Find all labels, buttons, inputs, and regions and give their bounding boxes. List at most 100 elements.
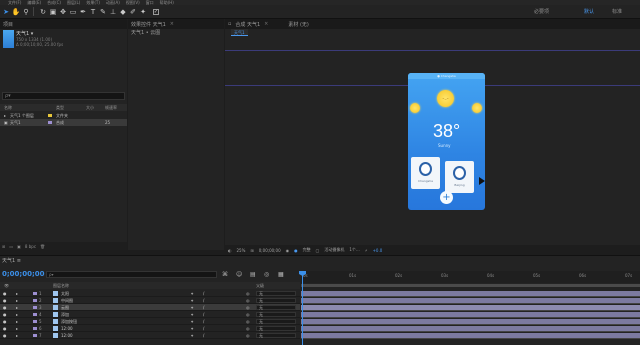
visibility-eye-icon[interactable]: ● [3,312,7,317]
label-color-swatch[interactable] [48,114,52,117]
brush-tool-icon[interactable]: ✎ [99,8,107,16]
layer-duration-bar[interactable] [301,326,640,332]
parent-dropdown[interactable]: 无 [256,291,296,296]
lock-icon[interactable]: ▫ [228,21,231,27]
tab-project[interactable]: 项目 [3,21,13,28]
shy-switch-icon[interactable]: ⌖ [191,291,193,296]
expand-arrow-icon[interactable]: ▸ [16,319,18,324]
layer-label-color[interactable] [33,313,37,316]
column-layer-name[interactable]: 图层名称 [53,283,69,289]
column-name[interactable]: 名称 [4,105,12,111]
roto-brush-tool-icon[interactable]: ✐ [129,8,137,16]
resolution-dropdown[interactable]: 完整 [303,247,311,253]
expand-arrow-icon[interactable]: ▸ [16,298,18,303]
close-icon[interactable]: × [264,21,268,27]
comp-breadcrumb[interactable]: 天气1 [231,29,248,36]
zoom-dropdown[interactable]: 25% [237,248,246,253]
layer-label-color[interactable] [33,320,37,323]
bit-depth-label[interactable]: 8 bpc [25,244,36,249]
parent-pickwhip-icon[interactable]: ◎ [246,319,250,324]
visibility-eye-icon[interactable]: ● [3,319,7,324]
shy-switch-icon[interactable]: ⌖ [191,298,193,303]
layer-duration-bar[interactable] [301,333,640,339]
timecode-display[interactable]: 0;00;00;00 [259,248,281,253]
graph-editor-icon[interactable]: ▦ [278,271,284,278]
workspace-default[interactable]: 默认 [584,8,594,15]
label-color-swatch[interactable] [48,121,52,124]
views-dropdown[interactable]: 1个... [349,247,359,253]
column-type[interactable]: 类型 [56,105,64,111]
project-search-input[interactable]: ρ▾ [2,92,125,100]
interpret-footage-icon[interactable]: ⊞ [2,244,5,249]
layer-row[interactable]: ● ▸ 6 12:00 ⌖ / ◎ 无 [0,325,300,332]
layer-label-color[interactable] [33,306,37,309]
project-item-folder[interactable]: ▸ 天气1 个图层 文件夹 [0,112,127,119]
quality-switch-icon[interactable]: / [203,312,204,317]
frame-blending-icon[interactable]: ▤ [250,271,256,278]
fast-preview-icon[interactable]: ⚡ [365,248,368,253]
quality-switch-icon[interactable]: / [203,333,204,338]
camera-tool-icon[interactable]: ▣ [49,8,57,16]
shy-switch-icon[interactable]: ⌖ [191,319,193,324]
layer-name[interactable]: 12:00 [61,326,73,331]
tab-footage[interactable]: 素材 (无) [288,21,309,28]
time-ruler[interactable]: 0s 01s 02s 03s 04s 05s 06s 07s [301,271,640,283]
snapshot-icon[interactable]: ◉ [286,248,290,253]
parent-dropdown[interactable]: 无 [256,319,296,324]
phone-mockup[interactable]: ● Changsha ^ᴗ^ 38° Sunny Changsha Beijin… [408,73,485,210]
shy-icon[interactable]: ☺ [236,271,242,278]
layer-duration-bar[interactable] [301,319,640,325]
shy-switch-icon[interactable]: ⌖ [191,312,193,317]
column-fps[interactable]: 帧速率 [105,105,117,111]
layer-label-color[interactable] [33,292,37,295]
parent-pickwhip-icon[interactable]: ◎ [246,298,250,303]
layer-duration-bar[interactable] [301,298,640,304]
parent-pickwhip-icon[interactable]: ◎ [246,312,250,317]
column-size[interactable]: 大小 [86,105,94,111]
rectangle-tool-icon[interactable]: ▭ [69,8,77,16]
visibility-eye-icon[interactable]: ● [3,291,7,296]
visibility-eye-icon[interactable]: ● [3,305,7,310]
layer-row[interactable]: ● ▸ 7 12:00 ⌖ / ◎ 无 [0,332,300,339]
quality-switch-icon[interactable]: / [203,319,204,324]
layer-row[interactable]: ● ▸ 2 中间图 ⌖ / ◎ 无 [0,297,300,304]
region-of-interest-icon[interactable]: ▢ [316,248,320,253]
expand-arrow-icon[interactable]: ▸ [16,305,18,310]
color-channel-icon[interactable]: ● [294,248,298,253]
parent-pickwhip-icon[interactable]: ◎ [246,326,250,331]
grid-icon[interactable]: ⊞ [250,248,253,253]
layer-duration-bar[interactable] [301,312,640,318]
pen-tool-icon[interactable]: ✒ [79,8,87,16]
quality-switch-icon[interactable]: / [203,305,204,310]
layer-row[interactable]: ● ▸ 5 添加按钮 ⌖ / ◎ 无 [0,318,300,325]
layer-label-color[interactable] [33,299,37,302]
rotate-tool-icon[interactable]: ↻ [39,8,47,16]
add-city-button[interactable]: + [440,191,453,204]
project-item-comp[interactable]: ▣ 天气1 合成 25 [0,119,127,126]
exposure-value[interactable]: +0.0 [373,248,383,253]
expand-arrow-icon[interactable]: ▸ [16,312,18,317]
visibility-eye-icon[interactable]: ● [3,333,7,338]
work-area-bar[interactable] [301,284,640,287]
zoom-tool-icon[interactable]: ⚲ [22,8,30,16]
parent-dropdown[interactable]: 无 [256,305,296,310]
layer-row[interactable]: ● ▸ 3 云图 ⌖ / ◎ 无 [0,304,300,311]
shy-switch-icon[interactable]: ⌖ [191,326,193,331]
layer-label-color[interactable] [33,327,37,330]
delete-icon[interactable]: 🗑 [40,244,45,249]
parent-pickwhip-icon[interactable]: ◎ [246,333,250,338]
expand-arrow-icon[interactable]: ▸ [16,326,18,331]
puppet-tool-icon[interactable]: ✦ [139,8,147,16]
current-time-display[interactable]: 0;00;00;00 [2,270,45,278]
pan-behind-tool-icon[interactable]: ✥ [59,8,67,16]
visibility-eye-icon[interactable]: ● [3,326,7,331]
camera-dropdown[interactable]: 活动摄像机 [324,247,344,253]
expand-arrow-icon[interactable]: ▸ [16,291,18,296]
city-card[interactable]: Beijing [445,161,474,193]
snapping-checkbox[interactable]: ✓ [153,8,159,15]
tab-effect-controls[interactable]: 效果控件 天气1 [131,21,166,28]
close-icon[interactable]: × [170,21,174,27]
layer-duration-bar[interactable] [301,291,640,297]
motion-blur-icon[interactable]: ◎ [264,271,269,278]
parent-dropdown[interactable]: 无 [256,298,296,303]
